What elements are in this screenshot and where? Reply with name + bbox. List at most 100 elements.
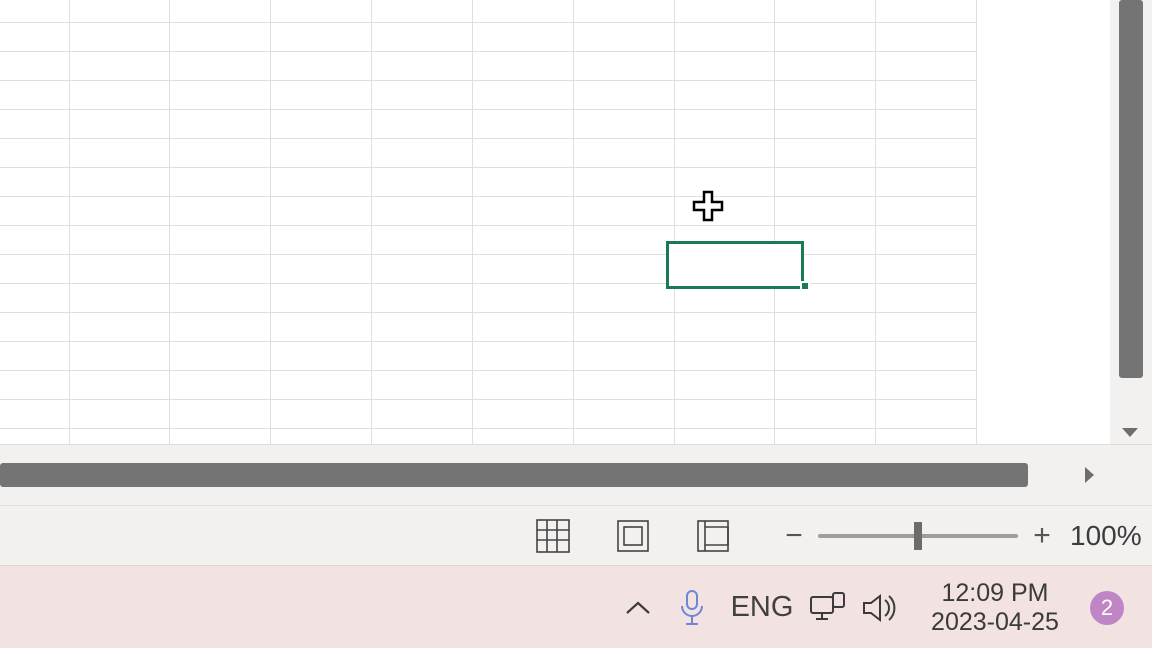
cell[interactable]	[69, 110, 170, 139]
cell[interactable]	[775, 23, 876, 52]
tray-network-button[interactable]	[802, 566, 854, 648]
cell[interactable]	[472, 52, 573, 81]
cell[interactable]	[69, 400, 170, 429]
cell[interactable]	[775, 429, 876, 445]
cell[interactable]	[0, 429, 69, 445]
cell[interactable]	[372, 52, 473, 81]
cell[interactable]	[170, 0, 271, 23]
cell[interactable]	[372, 81, 473, 110]
cell[interactable]	[472, 400, 573, 429]
cell[interactable]	[0, 139, 69, 168]
cell[interactable]	[0, 255, 69, 284]
cell[interactable]	[372, 342, 473, 371]
cell[interactable]	[573, 168, 674, 197]
cell[interactable]	[170, 110, 271, 139]
cell[interactable]	[372, 429, 473, 445]
cell[interactable]	[573, 0, 674, 23]
cell[interactable]	[775, 371, 876, 400]
cell[interactable]	[170, 81, 271, 110]
view-normal-button[interactable]	[530, 513, 576, 559]
cell[interactable]	[271, 313, 372, 342]
cell[interactable]	[271, 197, 372, 226]
cell[interactable]	[170, 400, 271, 429]
cell[interactable]	[271, 342, 372, 371]
cell[interactable]	[170, 52, 271, 81]
cell[interactable]	[573, 81, 674, 110]
cell[interactable]	[271, 139, 372, 168]
cell[interactable]	[573, 313, 674, 342]
view-page-break-button[interactable]	[690, 513, 736, 559]
zoom-slider-thumb[interactable]	[914, 522, 922, 550]
cell[interactable]	[876, 400, 977, 429]
cell[interactable]	[573, 52, 674, 81]
cell[interactable]	[573, 284, 674, 313]
cell[interactable]	[674, 371, 775, 400]
cell[interactable]	[69, 371, 170, 400]
cell[interactable]	[674, 226, 775, 255]
cell[interactable]	[472, 255, 573, 284]
cell[interactable]	[372, 110, 473, 139]
cell[interactable]	[372, 255, 473, 284]
cell[interactable]	[0, 52, 69, 81]
cell[interactable]	[170, 313, 271, 342]
cell[interactable]	[876, 255, 977, 284]
cell[interactable]	[876, 429, 977, 445]
cell[interactable]	[876, 284, 977, 313]
cell[interactable]	[573, 110, 674, 139]
notification-badge[interactable]: 2	[1090, 591, 1124, 625]
cell[interactable]	[69, 23, 170, 52]
zoom-value[interactable]: 100%	[1070, 506, 1142, 566]
cell[interactable]	[372, 400, 473, 429]
cell[interactable]	[876, 23, 977, 52]
cell[interactable]	[472, 284, 573, 313]
cell[interactable]	[674, 197, 775, 226]
cell[interactable]	[472, 81, 573, 110]
cell[interactable]	[69, 284, 170, 313]
cell[interactable]	[876, 139, 977, 168]
cell[interactable]	[69, 197, 170, 226]
cell[interactable]	[876, 52, 977, 81]
cell[interactable]	[674, 0, 775, 23]
cell[interactable]	[372, 197, 473, 226]
cell[interactable]	[573, 226, 674, 255]
cell[interactable]	[69, 429, 170, 445]
cell[interactable]	[69, 0, 170, 23]
cell[interactable]	[775, 226, 876, 255]
vertical-scrollbar-thumb[interactable]	[1119, 0, 1143, 378]
zoom-out-button[interactable]: −	[780, 518, 808, 554]
cell[interactable]	[573, 197, 674, 226]
cell[interactable]	[271, 400, 372, 429]
cell[interactable]	[674, 81, 775, 110]
cell[interactable]	[472, 110, 573, 139]
cell[interactable]	[472, 139, 573, 168]
cell[interactable]	[372, 284, 473, 313]
cell[interactable]	[775, 81, 876, 110]
cell[interactable]	[876, 226, 977, 255]
cell[interactable]	[69, 255, 170, 284]
cell[interactable]	[876, 197, 977, 226]
cell[interactable]	[876, 371, 977, 400]
cell[interactable]	[69, 342, 170, 371]
cells-table[interactable]	[0, 0, 977, 444]
cell[interactable]	[775, 110, 876, 139]
cell[interactable]	[674, 284, 775, 313]
cell[interactable]	[472, 313, 573, 342]
cell[interactable]	[170, 168, 271, 197]
cell[interactable]	[170, 255, 271, 284]
cell[interactable]	[775, 400, 876, 429]
cell[interactable]	[0, 23, 69, 52]
cell[interactable]	[876, 168, 977, 197]
cell[interactable]	[271, 255, 372, 284]
cell[interactable]	[674, 429, 775, 445]
cell[interactable]	[472, 0, 573, 23]
cell[interactable]	[372, 313, 473, 342]
cell[interactable]	[271, 23, 372, 52]
cell[interactable]	[271, 371, 372, 400]
cell[interactable]	[0, 168, 69, 197]
fill-handle[interactable]	[800, 281, 810, 291]
cell[interactable]	[573, 23, 674, 52]
cell[interactable]	[472, 23, 573, 52]
cell[interactable]	[0, 342, 69, 371]
cell[interactable]	[876, 110, 977, 139]
cell[interactable]	[674, 313, 775, 342]
